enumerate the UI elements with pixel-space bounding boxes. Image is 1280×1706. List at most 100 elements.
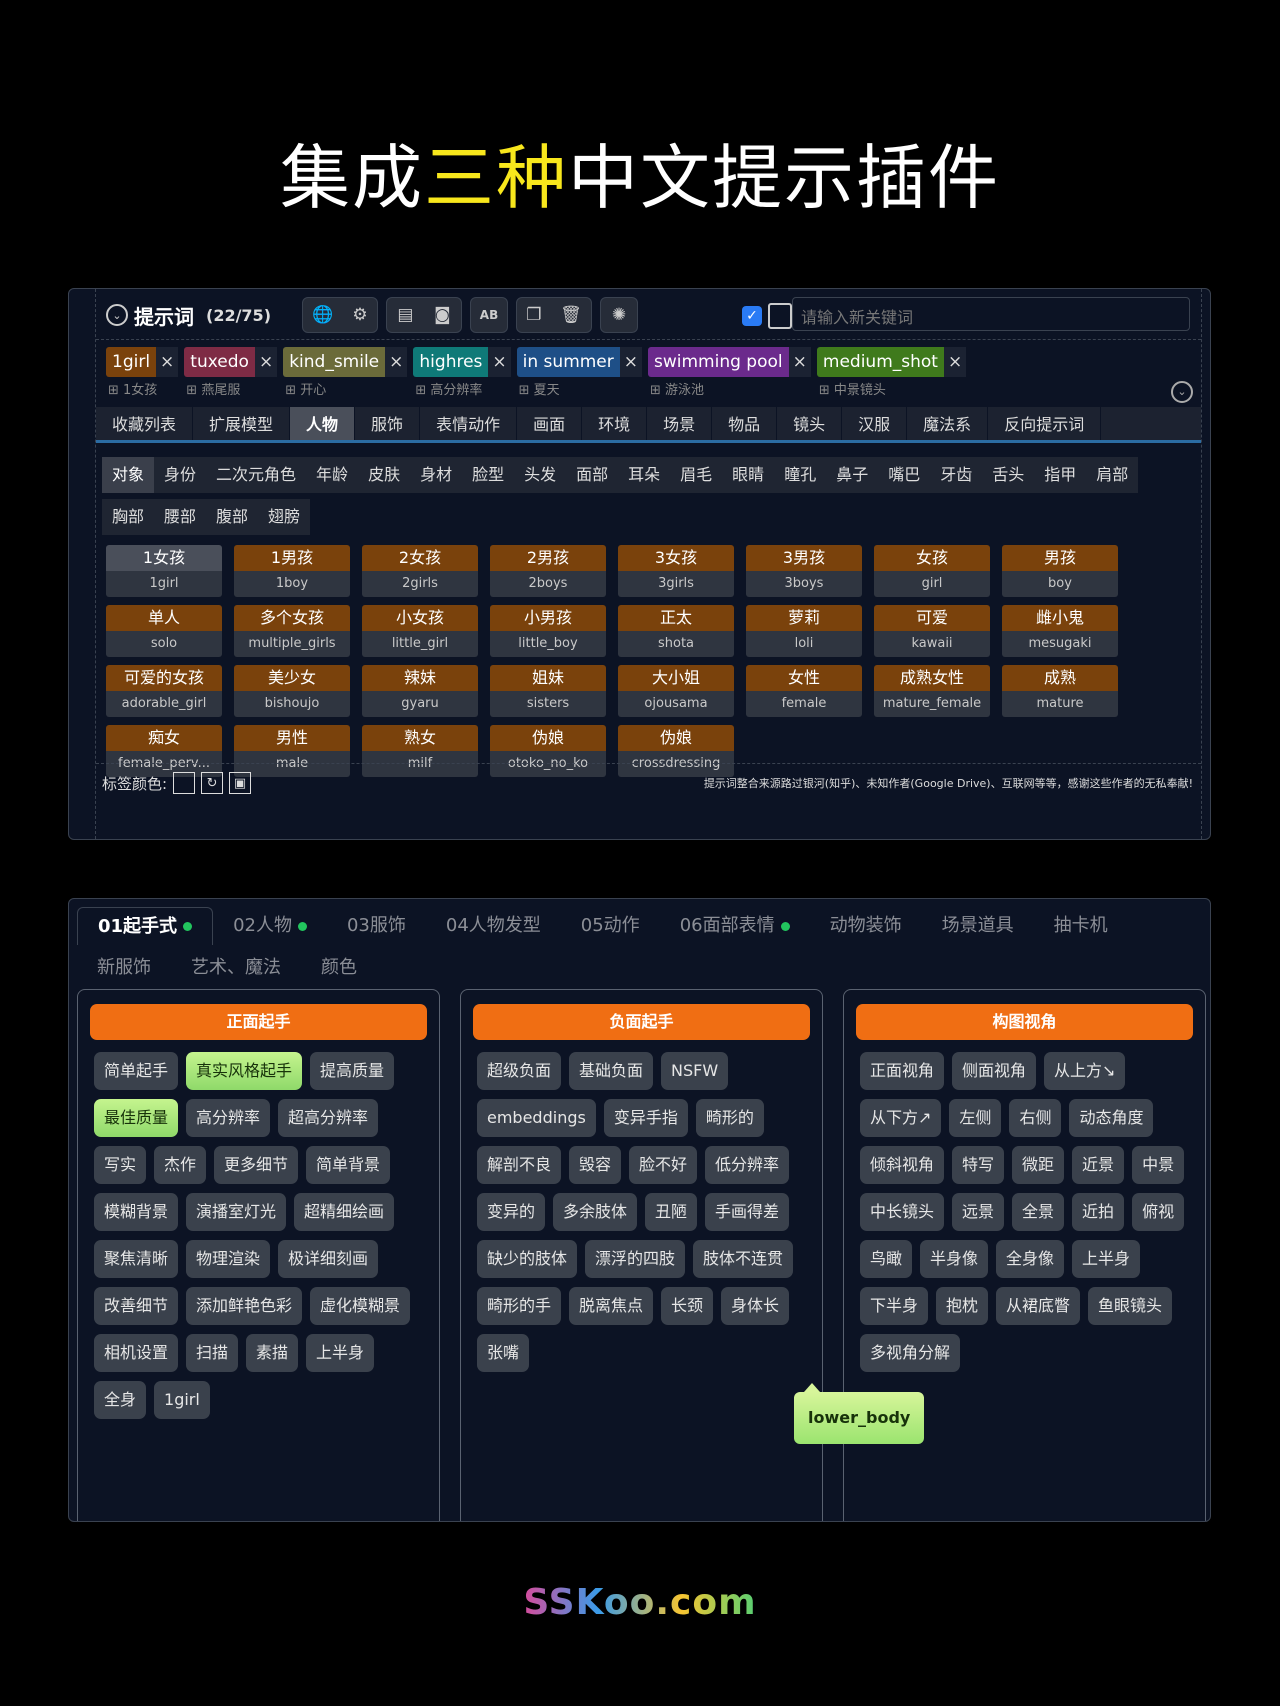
prompt-chip[interactable]: 模糊背景 — [94, 1193, 179, 1231]
prompt-chip[interactable]: 高分辨率 — [186, 1099, 271, 1137]
category-tab[interactable]: 表情动作 — [420, 407, 518, 440]
subcategory-tab[interactable]: 指甲 — [1034, 457, 1087, 493]
tag-card[interactable]: 1男孩 1boy — [234, 545, 350, 597]
remove-tag-icon[interactable]: × — [788, 347, 811, 377]
category-tab[interactable]: 画面 — [517, 407, 583, 440]
prompt-chip[interactable]: 杰作 — [154, 1146, 207, 1184]
subcategory-tab[interactable]: 耳朵 — [618, 457, 671, 493]
prompt-chip[interactable]: 相机设置 — [94, 1334, 179, 1372]
preset-tab[interactable]: 06面部表情 — [660, 907, 810, 945]
category-tab[interactable]: 场景 — [647, 407, 713, 440]
subcategory-tab[interactable]: 对象 — [102, 457, 155, 493]
prompt-chip[interactable]: 半身像 — [920, 1240, 989, 1278]
prompt-chip[interactable]: 虚化模糊景 — [310, 1287, 411, 1325]
category-tab[interactable]: 环境 — [582, 407, 648, 440]
prompt-chip[interactable]: NSFW — [661, 1052, 729, 1090]
save-icon[interactable]: ▣ — [229, 772, 252, 794]
prompt-chip[interactable]: 超精细绘画 — [294, 1193, 395, 1231]
remove-tag-icon[interactable]: × — [254, 347, 278, 377]
prompt-chip[interactable]: 更多细节 — [214, 1146, 299, 1184]
tag-card[interactable]: 小女孩 little_girl — [362, 605, 478, 657]
prompt-tag-name[interactable]: in summer — [516, 347, 620, 377]
preset-tab[interactable]: 03服饰 — [327, 907, 426, 945]
prompt-chip[interactable]: 超高分辨率 — [278, 1099, 379, 1137]
prompt-chip[interactable]: 长颈 — [661, 1287, 714, 1325]
prompt-chip[interactable]: 抱枕 — [936, 1287, 989, 1325]
tag-card[interactable]: 正太 shota — [618, 605, 734, 657]
bookmark-icon[interactable]: ◙ — [434, 305, 451, 325]
prompt-tag-name[interactable]: highres — [413, 347, 489, 377]
prompt-chip[interactable]: 上半身 — [306, 1334, 375, 1372]
tag-card[interactable]: 男孩 boy — [1002, 545, 1118, 597]
prompt-chip[interactable]: 鸟瞰 — [860, 1240, 913, 1278]
tag-card[interactable]: 萝莉 loli — [746, 605, 862, 657]
prompt-chip[interactable]: 简单起手 — [94, 1052, 179, 1090]
prompt-chip[interactable]: 扫描 — [186, 1334, 239, 1372]
remove-tag-icon[interactable]: × — [156, 347, 179, 377]
category-tab[interactable]: 扩展模型 — [193, 407, 291, 440]
prompt-chip[interactable]: 右侧 — [1009, 1099, 1062, 1137]
prompt-chip[interactable]: 全身 — [94, 1381, 147, 1419]
prompt-chip[interactable]: 从裙底瞥 — [996, 1287, 1081, 1325]
prompt-chip[interactable]: 最佳质量 — [94, 1099, 179, 1137]
subcategory-tab[interactable]: 舌头 — [982, 457, 1035, 493]
tag-card[interactable]: 美少女 bishoujo — [234, 665, 350, 717]
subcategory-tab[interactable]: 二次元角色 — [206, 457, 307, 493]
prompt-chip[interactable]: 解剖不良 — [477, 1146, 562, 1184]
remove-tag-icon[interactable]: × — [385, 347, 408, 377]
prompt-chip[interactable]: 畸形的 — [695, 1099, 764, 1137]
prompt-chip[interactable]: 倾斜视角 — [860, 1146, 945, 1184]
tag-card[interactable]: 单人 solo — [106, 605, 222, 657]
prompt-tag-name[interactable]: swimming pool — [648, 347, 789, 377]
prompt-tag-name[interactable]: kind_smile — [283, 347, 386, 377]
prompt-chip[interactable]: embeddings — [477, 1099, 596, 1137]
category-tab[interactable]: 收藏列表 — [96, 407, 194, 440]
prompt-chip[interactable]: 中长镜头 — [860, 1193, 945, 1231]
subcategory-tab[interactable]: 头发 — [514, 457, 567, 493]
prompt-chip[interactable]: 脸不好 — [629, 1146, 698, 1184]
collapse-toggle-icon[interactable]: ⌄ — [106, 304, 128, 326]
tag-card[interactable]: 女性 female — [746, 665, 862, 717]
prompt-tag-name[interactable]: medium_shot — [816, 347, 944, 377]
prompt-chip[interactable]: 中景 — [1132, 1146, 1185, 1184]
prompt-chip[interactable]: 极详细刻画 — [278, 1240, 379, 1278]
tag-card[interactable]: 2男孩 2boys — [490, 545, 606, 597]
tag-card[interactable]: 成熟 mature — [1002, 665, 1118, 717]
prompt-chip[interactable]: 左侧 — [949, 1099, 1002, 1137]
remove-tag-icon[interactable]: × — [488, 347, 511, 377]
copy-icon[interactable]: ❐ — [526, 305, 541, 325]
prompt-chip[interactable]: 肢体不连贯 — [693, 1240, 794, 1278]
category-tab[interactable]: 魔法系 — [907, 407, 989, 440]
preset-tab[interactable]: 抽卡机 — [1034, 907, 1128, 945]
category-tab[interactable]: 反向提示词 — [988, 407, 1102, 440]
enable-checkbox[interactable]: ✓ — [742, 306, 762, 326]
prompt-chip[interactable]: 畸形的手 — [477, 1287, 562, 1325]
tag-card[interactable]: 1女孩 1girl — [106, 545, 222, 597]
keyword-input[interactable]: 请输入新关键词 — [792, 297, 1190, 331]
prompt-chip[interactable]: 脱离焦点 — [569, 1287, 654, 1325]
prompt-chip[interactable]: 微距 — [1012, 1146, 1065, 1184]
prompt-tag-name[interactable]: tuxedo — [184, 347, 255, 377]
prompt-chip[interactable]: 鱼眼镜头 — [1088, 1287, 1173, 1325]
tag-card[interactable]: 2女孩 2girls — [362, 545, 478, 597]
translate-icon[interactable]: AB — [480, 308, 498, 322]
expand-icon[interactable]: ⌄ — [1171, 381, 1193, 403]
openai-icon[interactable]: ✺ — [612, 305, 626, 325]
prompt-chip[interactable]: 写实 — [94, 1146, 147, 1184]
refresh-icon[interactable]: ↻ — [201, 772, 224, 794]
prompt-chip[interactable]: 低分辨率 — [705, 1146, 790, 1184]
preset-tab[interactable]: 01起手式 — [77, 907, 214, 945]
trash-icon[interactable]: 🗑 — [560, 305, 582, 325]
prompt-chip[interactable]: 多余肢体 — [553, 1193, 638, 1231]
category-tab[interactable]: 服饰 — [355, 407, 421, 440]
preset-tab[interactable]: 05动作 — [561, 907, 660, 945]
prompt-chip[interactable]: 正面视角 — [860, 1052, 945, 1090]
preset-tab[interactable]: 04人物发型 — [426, 907, 561, 945]
remove-tag-icon[interactable]: × — [943, 347, 967, 377]
remove-tag-icon[interactable]: × — [619, 347, 643, 377]
prompt-chip[interactable]: 变异手指 — [603, 1099, 688, 1137]
subcategory-tab[interactable]: 鼻子 — [826, 457, 879, 493]
prompt-chip[interactable]: 演播室灯光 — [186, 1193, 287, 1231]
prompt-chip[interactable]: 俯视 — [1132, 1193, 1185, 1231]
import-icon[interactable]: ▤ — [397, 305, 413, 325]
